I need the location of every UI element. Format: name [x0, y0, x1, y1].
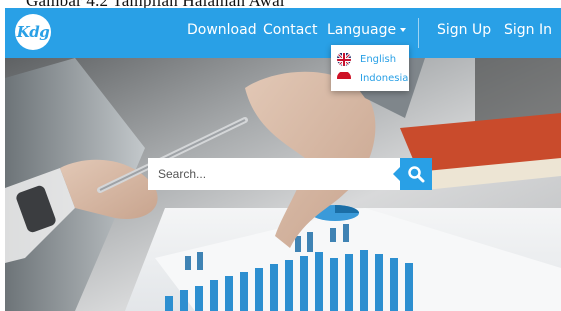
navbar: Kdg Download Contact Language Sign Up Si…: [5, 8, 561, 58]
nav-sign-up[interactable]: Sign Up: [437, 22, 491, 38]
indonesia-flag-icon: [337, 71, 351, 85]
language-option-indonesia[interactable]: Indonesia: [331, 68, 409, 88]
nav-language[interactable]: Language: [327, 22, 407, 38]
caret-down-icon: [400, 28, 407, 32]
search-input[interactable]: [148, 158, 400, 190]
language-option-label: English: [360, 53, 397, 65]
language-dropdown: English Indonesia: [331, 45, 409, 91]
logo[interactable]: Kdg: [15, 14, 51, 50]
nav-download[interactable]: Download: [187, 22, 257, 38]
nav-language-label: Language: [327, 22, 397, 38]
logo-text: Kdg: [16, 23, 50, 41]
language-option-label: Indonesia: [360, 72, 409, 84]
search-button[interactable]: [400, 158, 432, 190]
page: Gambar 4.2 Tampilan Halaman Awal Kdg Dow…: [0, 0, 561, 311]
nav-sign-in[interactable]: Sign In: [504, 22, 552, 38]
language-option-english[interactable]: English: [331, 49, 409, 69]
nav-contact[interactable]: Contact: [263, 22, 317, 38]
search-icon: [408, 166, 425, 183]
uk-flag-icon: [337, 52, 351, 66]
nav-divider: [418, 18, 419, 48]
search-button-notch: [393, 167, 400, 181]
